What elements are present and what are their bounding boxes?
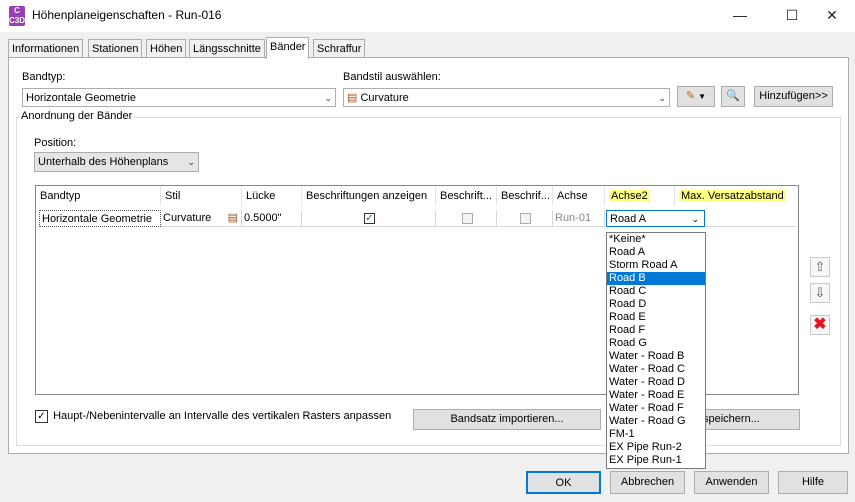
dropdown-option[interactable]: Road G	[607, 337, 705, 350]
match-intervals-checkbox-row[interactable]: ✓ Haupt-/Nebenintervalle an Intervalle d…	[35, 410, 391, 423]
cell-beschrift-2[interactable]	[497, 210, 553, 227]
cancel-button[interactable]: Abbrechen	[610, 471, 685, 494]
beschrift-2-checkbox[interactable]	[520, 212, 531, 224]
inspect-style-button[interactable]: 🔍	[721, 86, 745, 107]
cell-luecke[interactable]: 0.5000"	[242, 210, 302, 227]
magnifier-icon: 🔍	[726, 90, 740, 102]
dropdown-option[interactable]: Water - Road B	[607, 350, 705, 363]
delete-x-icon: ✖	[813, 316, 827, 333]
band-style-icon: ▤	[347, 92, 358, 104]
achse2-value: Road A	[610, 213, 647, 225]
dropdown-option[interactable]: Road D	[607, 298, 705, 311]
chevron-down-icon: ⌄	[658, 93, 666, 103]
move-down-button[interactable]: ⇩	[810, 283, 830, 303]
match-intervals-checkbox[interactable]: ✓	[35, 410, 48, 423]
dropdown-option[interactable]: Water - Road E	[607, 389, 705, 402]
dropdown-option[interactable]: Water - Road G	[607, 415, 705, 428]
dropdown-option-selected[interactable]: Road B	[607, 272, 705, 285]
col-header-beschriftungen-anzeigen[interactable]: Beschriftungen anzeigen	[302, 186, 436, 206]
cell-stil[interactable]: Curvature ▤	[161, 210, 242, 227]
minimize-button[interactable]: —	[717, 0, 763, 32]
col-header-stil[interactable]: Stil	[161, 186, 242, 206]
cell-bandtyp[interactable]: Horizontale Geometrie	[39, 210, 161, 227]
bandstil-label: Bandstil auswählen:	[343, 71, 441, 83]
col-header-beschrift-1[interactable]: Beschrift...	[436, 186, 497, 206]
position-select[interactable]: Unterhalb des Höhenplans ⌄	[34, 152, 199, 172]
bandtyp-label: Bandtyp:	[22, 71, 66, 83]
chevron-down-icon: ⌄	[324, 93, 332, 103]
tab-baender[interactable]: Bänder	[266, 37, 310, 59]
position-value: Unterhalb des Höhenplans	[38, 156, 169, 168]
window-title: Höhenplaneigenschaften - Run-016	[32, 8, 222, 22]
col-header-achse2[interactable]: Achse2	[605, 186, 675, 206]
col-header-achse[interactable]: Achse	[553, 186, 605, 206]
dropdown-option[interactable]: Road E	[607, 311, 705, 324]
ok-button[interactable]: OK	[526, 471, 601, 494]
tab-stationen[interactable]: Stationen	[88, 39, 143, 58]
delete-button[interactable]: ✖	[810, 315, 830, 335]
col-header-luecke[interactable]: Lücke	[242, 186, 302, 206]
achse2-dropdown-list[interactable]: *Keine* Road A Storm Road A Road B Road …	[606, 232, 706, 469]
position-label: Position:	[34, 137, 77, 149]
band-style-icon: ▤	[227, 212, 238, 224]
arrow-down-icon: ⇩	[814, 285, 826, 300]
dropdown-option[interactable]: Storm Road A	[607, 259, 705, 272]
import-bandset-button[interactable]: Bandsatz importieren...	[413, 409, 601, 430]
tab-laengsschnitte[interactable]: Längsschnitte	[189, 39, 265, 58]
dropdown-option[interactable]: EX Pipe Run-1	[607, 454, 705, 467]
pencil-icon: ✎	[685, 90, 696, 102]
dropdown-option[interactable]: *Keine*	[607, 233, 705, 246]
apply-button[interactable]: Anwenden	[694, 471, 769, 494]
edit-style-button[interactable]: ✎ ▼	[677, 86, 715, 107]
col-header-beschrift-2[interactable]: Beschrif...	[497, 186, 553, 206]
tab-informationen[interactable]: Informationen	[8, 39, 84, 58]
dropdown-option[interactable]: Road C	[607, 285, 705, 298]
dropdown-option[interactable]: EX Pipe Run-2	[607, 441, 705, 454]
dropdown-option[interactable]: Road F	[607, 324, 705, 337]
bandtyp-select[interactable]: Horizontale Geometrie ⌄	[22, 88, 336, 107]
cell-beschrift-1[interactable]	[436, 210, 497, 227]
show-labels-checkbox[interactable]: ✓	[364, 212, 375, 224]
col-header-achse2-text: Achse2	[609, 190, 650, 202]
achse2-combo[interactable]: Road A ⌄	[606, 210, 705, 227]
close-button[interactable]: ✕	[809, 0, 855, 32]
cell-achse: Run-01	[553, 210, 605, 227]
beschrift-1-checkbox[interactable]	[461, 212, 473, 224]
col-header-max-versatz[interactable]: Max. Versatzabstand	[675, 186, 797, 206]
dropdown-option[interactable]: FM-1	[607, 428, 705, 441]
dropdown-option[interactable]: Water - Road F	[607, 402, 705, 415]
chevron-down-icon: ⌄	[691, 214, 699, 224]
bandstil-value: Curvature	[360, 92, 409, 104]
cell-stil-text: Curvature	[163, 212, 212, 224]
match-intervals-label: Haupt-/Nebenintervalle an Intervalle des…	[53, 410, 392, 423]
bandstil-select[interactable]: ▤ Curvature ⌄	[343, 88, 670, 107]
move-up-button[interactable]: ⇧	[810, 257, 830, 277]
cell-beschriftungen-anzeigen[interactable]: ✓	[302, 210, 436, 227]
dropdown-option[interactable]: Road A	[607, 246, 705, 259]
arrow-up-icon: ⇧	[814, 259, 826, 274]
group-title: Anordnung der Bänder	[19, 110, 135, 122]
dropdown-option[interactable]: Water - Road D	[607, 376, 705, 389]
tab-schraffur[interactable]: Schraffur	[313, 39, 366, 58]
tab-hoehen[interactable]: Höhen	[146, 39, 187, 58]
dropdown-option[interactable]: Water - Road C	[607, 363, 705, 376]
help-button[interactable]: Hilfe	[778, 471, 848, 494]
add-button[interactable]: Hinzufügen>>	[754, 86, 833, 107]
col-header-max-versatz-text: Max. Versatzabstand	[679, 190, 786, 202]
bandtyp-value: Horizontale Geometrie	[26, 92, 137, 104]
civil3d-app-icon: C C3D	[9, 6, 26, 26]
chevron-down-icon: ⌄	[187, 157, 195, 167]
cell-max-versatz[interactable]	[705, 210, 797, 227]
chevron-down-icon: ▼	[698, 92, 707, 101]
col-header-bandtyp[interactable]: Bandtyp	[36, 186, 161, 206]
